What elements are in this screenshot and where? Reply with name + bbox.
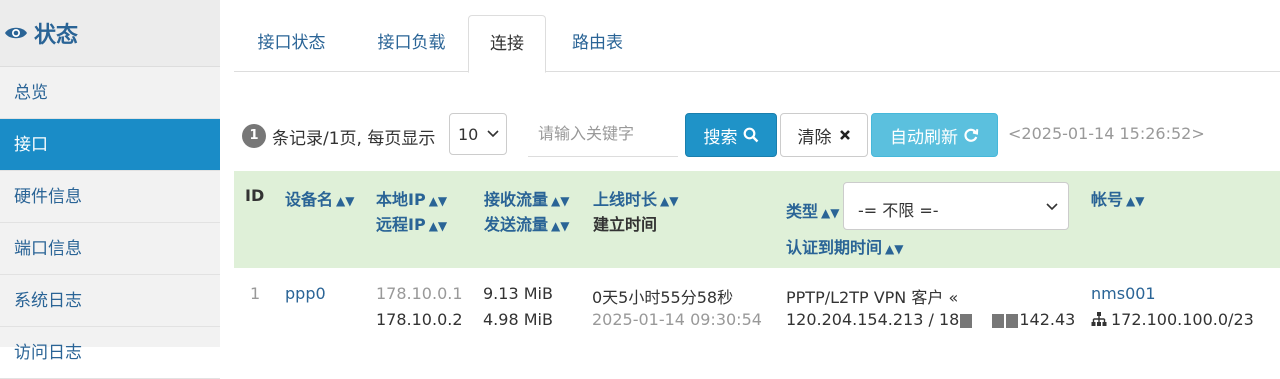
table-row: 1 ppp0 178.10.0.1 178.10.0.2 9.13 MiB 4.…: [234, 268, 1280, 347]
col-auth-expire-label: 认证到期时间: [786, 238, 883, 257]
toolbar: 1 条记录/1页, 每页显示 10 请输入关键字 搜索 清除 自动刷新 <202…: [220, 113, 1280, 157]
sidebar-item-ports[interactable]: 端口信息: [0, 223, 220, 275]
table-header: ID 设备名 ▲▼ 本地IP ▲▼ 远程IP ▲▼ 接收流量 ▲▼ 发送流量 ▲▼ 上线时…: [234, 171, 1280, 268]
sidebar-item-accesslog[interactable]: 访问日志: [0, 327, 220, 379]
col-rx-label: 接收流量: [484, 190, 549, 209]
search-button-label: 搜索: [703, 127, 738, 148]
page-size-value: 10: [458, 125, 479, 144]
cell-created: 2025-01-14 09:30:54: [592, 310, 762, 329]
refresh-icon: [964, 128, 979, 142]
search-input[interactable]: 请输入关键字: [528, 113, 678, 157]
tab-connections[interactable]: 连接: [468, 15, 546, 73]
col-tx-label: 发送流量: [484, 215, 549, 234]
tab-interface-status[interactable]: 接口状态: [234, 15, 349, 70]
col-id: ID: [245, 186, 265, 205]
col-local-ip-label: 本地IP: [376, 190, 426, 209]
cell-id: 1: [250, 284, 261, 303]
clear-button-label: 清除: [797, 127, 832, 148]
sidebar-header: 状态: [0, 0, 220, 67]
col-account[interactable]: 帐号 ▲▼: [1091, 186, 1144, 210]
clear-button[interactable]: 清除: [780, 113, 868, 157]
search-icon: [743, 127, 758, 143]
col-account-label: 帐号: [1091, 190, 1124, 209]
tab-interface-load[interactable]: 接口负载: [354, 15, 469, 70]
sidebar-item-hardware[interactable]: 硬件信息: [0, 171, 220, 223]
sort-icon: ▲▼: [885, 242, 904, 256]
sort-icon: ▲▼: [1126, 194, 1145, 208]
type-filter-value: -= 不限 =-: [858, 201, 939, 220]
page-size-select[interactable]: 10: [449, 113, 507, 155]
auto-refresh-button[interactable]: 自动刷新: [871, 113, 998, 157]
cell-type: PPTP/L2TP VPN 客户 «: [786, 288, 959, 307]
record-count-badge: 1: [242, 124, 266, 148]
cell-device[interactable]: ppp0: [285, 284, 326, 303]
sort-icon: ▲▼: [336, 194, 355, 208]
sort-icon: ▲▼: [428, 194, 448, 208]
sidebar: 状态 总览 接口 硬件信息 端口信息 系统日志 访问日志: [0, 0, 220, 379]
col-remote-ip-label: 远程IP: [376, 215, 426, 234]
tab-routing-table[interactable]: 路由表: [550, 15, 645, 70]
cell-local-ip: 178.10.0.1: [376, 284, 463, 303]
refresh-timestamp: <2025-01-14 15:26:52>: [1008, 124, 1205, 143]
cell-account[interactable]: nms001: [1091, 284, 1156, 303]
col-tx[interactable]: 发送流量 ▲▼: [484, 211, 569, 235]
col-created: 建立时间: [593, 215, 658, 234]
cell-tx: 4.98 MiB: [483, 310, 553, 329]
sitemap-icon: [1091, 312, 1107, 326]
sort-icon: ▲▼: [551, 194, 570, 208]
col-uptime-label: 上线时长: [593, 190, 658, 209]
col-type[interactable]: 类型 ▲▼: [786, 198, 839, 222]
cell-peer: 120.204.154.213 / 18 142.43: [786, 310, 1075, 329]
cell-remote-ip: 178.10.0.2: [376, 310, 463, 329]
sidebar-title: 状态: [34, 23, 79, 48]
sidebar-item-overview[interactable]: 总览: [0, 67, 220, 119]
eye-icon: [5, 27, 27, 39]
cell-peer-prefix: 120.204.154.213 / 18: [786, 310, 960, 329]
col-local-ip[interactable]: 本地IP ▲▼: [376, 186, 447, 210]
sort-icon: ▲▼: [551, 219, 570, 233]
chevron-down-icon: [1046, 203, 1058, 211]
sidebar-item-syslog[interactable]: 系统日志: [0, 275, 220, 327]
tab-bar: 接口状态 接口负载 连接 路由表: [234, 15, 1280, 73]
redacted-mask: [960, 313, 973, 328]
search-button[interactable]: 搜索: [685, 113, 777, 157]
redacted-mask: [992, 313, 1005, 328]
col-rx[interactable]: 接收流量 ▲▼: [484, 186, 569, 210]
sort-icon: ▲▼: [660, 194, 679, 208]
cell-uptime: 0天5小时55分58秒: [592, 288, 734, 307]
records-text: 条记录/1页, 每页显示: [272, 129, 436, 149]
col-auth-expire[interactable]: 认证到期时间 ▲▼: [786, 234, 903, 258]
col-remote-ip[interactable]: 远程IP ▲▼: [376, 211, 447, 235]
auto-refresh-label: 自动刷新: [890, 127, 958, 148]
col-device-label: 设备名: [285, 190, 334, 209]
type-filter-select[interactable]: -= 不限 =-: [843, 182, 1069, 230]
cell-subnet: 172.100.100.0/23: [1091, 310, 1254, 329]
col-uptime[interactable]: 上线时长 ▲▼: [593, 186, 678, 210]
close-icon: [839, 130, 850, 140]
sort-icon: ▲▼: [428, 219, 448, 233]
cell-rx: 9.13 MiB: [483, 284, 553, 303]
chevron-down-icon: [487, 130, 499, 138]
col-type-label: 类型: [786, 202, 819, 221]
sidebar-item-interface[interactable]: 接口: [0, 119, 220, 171]
col-device[interactable]: 设备名 ▲▼: [285, 186, 354, 210]
main-content: 接口状态 接口负载 连接 路由表 1 条记录/1页, 每页显示 10 请输入关键…: [220, 0, 1280, 347]
cell-peer-suffix: 142.43: [1019, 310, 1076, 329]
sort-icon: ▲▼: [821, 206, 840, 220]
cell-subnet-value: 172.100.100.0/23: [1111, 310, 1254, 329]
redacted-mask: [1006, 313, 1019, 328]
